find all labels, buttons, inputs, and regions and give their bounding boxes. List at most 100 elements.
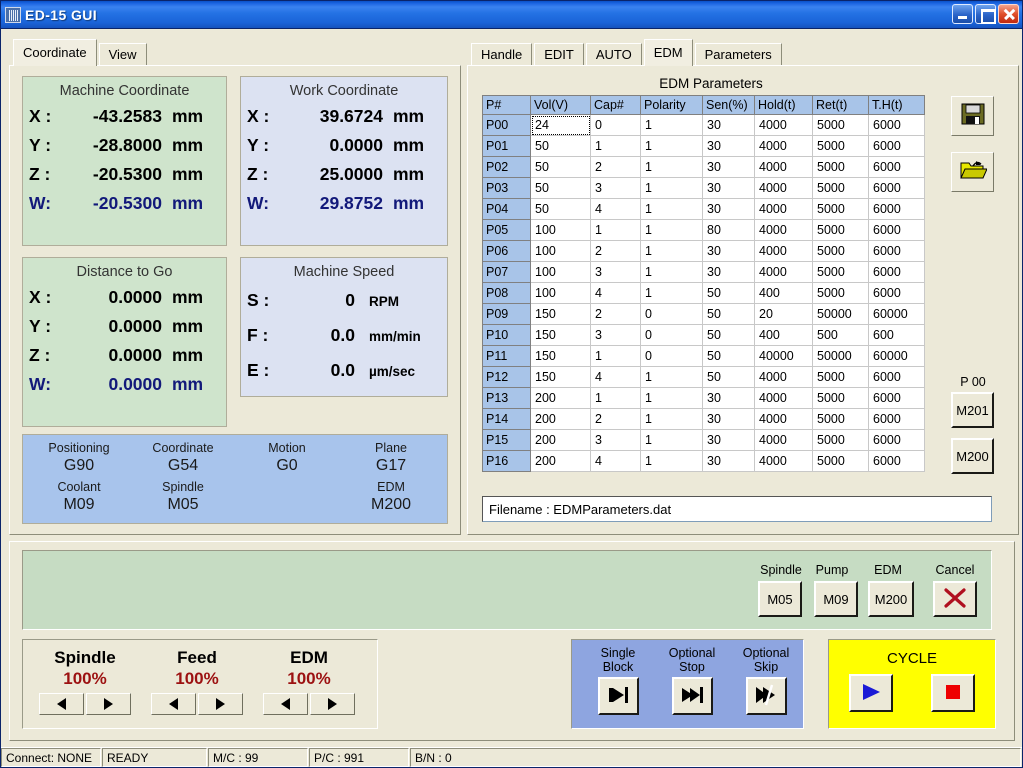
table-cell[interactable]: 0: [640, 303, 703, 325]
close-button[interactable]: [998, 4, 1019, 24]
column-header-p[interactable]: P#: [482, 95, 531, 115]
column-header-t-h-t[interactable]: T.H(t): [868, 95, 925, 115]
table-cell[interactable]: 4000: [754, 156, 813, 178]
table-row[interactable]: P14 200 2 1 30 4000 5000 6000: [482, 408, 925, 430]
table-row[interactable]: P10 150 3 0 50 400 500 600: [482, 324, 925, 346]
override-feed-increase-button[interactable]: [198, 693, 243, 715]
table-row[interactable]: P16 200 4 1 30 4000 5000 6000: [482, 450, 925, 472]
row-header-cell[interactable]: P01: [482, 135, 531, 157]
table-cell[interactable]: 2: [590, 156, 641, 178]
column-header-vol-v[interactable]: Vol(V): [530, 95, 591, 115]
table-cell[interactable]: 50: [530, 156, 591, 178]
column-header-polarity[interactable]: Polarity: [640, 95, 703, 115]
table-cell[interactable]: 4000: [754, 408, 813, 430]
table-cell[interactable]: 24: [530, 114, 591, 136]
table-cell[interactable]: 50: [702, 345, 755, 367]
table-cell[interactable]: 2: [590, 408, 641, 430]
table-cell[interactable]: 400: [754, 282, 813, 304]
table-cell[interactable]: 5000: [812, 135, 869, 157]
maximize-button[interactable]: [975, 4, 996, 24]
table-cell[interactable]: 60000: [868, 303, 925, 325]
table-cell[interactable]: 30: [702, 177, 755, 199]
row-header-cell[interactable]: P14: [482, 408, 531, 430]
table-cell[interactable]: 4000: [754, 387, 813, 409]
tab-view[interactable]: View: [98, 43, 147, 66]
table-cell[interactable]: 20: [754, 303, 813, 325]
table-cell[interactable]: 150: [530, 345, 591, 367]
table-cell[interactable]: 600: [868, 324, 925, 346]
tab-parameters[interactable]: Parameters: [694, 43, 782, 66]
table-cell[interactable]: 50: [530, 177, 591, 199]
table-cell[interactable]: 1: [640, 366, 703, 388]
table-cell[interactable]: 6000: [868, 408, 925, 430]
table-cell[interactable]: 5000: [812, 450, 869, 472]
table-cell[interactable]: 30: [702, 114, 755, 136]
column-header-cap[interactable]: Cap#: [590, 95, 641, 115]
table-cell[interactable]: 30: [702, 198, 755, 220]
table-cell[interactable]: 1: [590, 345, 641, 367]
table-row[interactable]: P15 200 3 1 30 4000 5000 6000: [482, 429, 925, 451]
table-cell[interactable]: 3: [590, 177, 641, 199]
mcode-edm-button[interactable]: M200: [868, 581, 914, 617]
m200-button-right[interactable]: M200: [951, 438, 994, 474]
row-header-cell[interactable]: P10: [482, 324, 531, 346]
table-row[interactable]: P04 50 4 1 30 4000 5000 6000: [482, 198, 925, 220]
table-cell[interactable]: 6000: [868, 156, 925, 178]
table-cell[interactable]: 1: [640, 177, 703, 199]
table-cell[interactable]: 4000: [754, 177, 813, 199]
table-cell[interactable]: 0: [640, 345, 703, 367]
row-header-cell[interactable]: P15: [482, 429, 531, 451]
table-cell[interactable]: 6000: [868, 387, 925, 409]
table-cell[interactable]: 1: [640, 408, 703, 430]
table-cell[interactable]: 100: [530, 219, 591, 241]
row-header-cell[interactable]: P11: [482, 345, 531, 367]
table-cell[interactable]: 100: [530, 261, 591, 283]
table-cell[interactable]: 200: [530, 450, 591, 472]
override-spindle-decrease-button[interactable]: [39, 693, 84, 715]
m201-button[interactable]: M201: [951, 392, 994, 428]
row-header-cell[interactable]: P05: [482, 219, 531, 241]
table-cell[interactable]: 1: [640, 450, 703, 472]
table-cell[interactable]: 2: [590, 303, 641, 325]
row-header-cell[interactable]: P13: [482, 387, 531, 409]
table-cell[interactable]: 5000: [812, 366, 869, 388]
table-cell[interactable]: 1: [640, 156, 703, 178]
table-cell[interactable]: 5000: [812, 429, 869, 451]
override-spindle-increase-button[interactable]: [86, 693, 131, 715]
column-header-sen[interactable]: Sen(%): [702, 95, 755, 115]
table-row[interactable]: P01 50 1 1 30 4000 5000 6000: [482, 135, 925, 157]
table-cell[interactable]: 50000: [812, 345, 869, 367]
table-cell[interactable]: 5000: [812, 261, 869, 283]
table-cell[interactable]: 6000: [868, 135, 925, 157]
table-cell[interactable]: 1: [640, 114, 703, 136]
table-cell[interactable]: 100: [530, 282, 591, 304]
table-cell[interactable]: 150: [530, 324, 591, 346]
table-cell[interactable]: 1: [590, 219, 641, 241]
table-cell[interactable]: 5000: [812, 219, 869, 241]
table-cell[interactable]: 6000: [868, 282, 925, 304]
table-cell[interactable]: 4: [590, 282, 641, 304]
table-cell[interactable]: 1: [640, 387, 703, 409]
mcode-spindle-button[interactable]: M05: [758, 581, 802, 617]
table-cell[interactable]: 6000: [868, 240, 925, 262]
table-cell[interactable]: 50: [702, 324, 755, 346]
table-row[interactable]: P05 100 1 1 80 4000 5000 6000: [482, 219, 925, 241]
table-row[interactable]: P11 150 1 0 50 40000 50000 60000: [482, 345, 925, 367]
table-row[interactable]: P13 200 1 1 30 4000 5000 6000: [482, 387, 925, 409]
table-cell[interactable]: 30: [702, 156, 755, 178]
mcode-pump-button[interactable]: M09: [814, 581, 858, 617]
row-header-cell[interactable]: P03: [482, 177, 531, 199]
table-cell[interactable]: 3: [590, 261, 641, 283]
row-header-cell[interactable]: P07: [482, 261, 531, 283]
table-cell[interactable]: 5000: [812, 282, 869, 304]
filename-field[interactable]: Filename : EDMParameters.dat: [482, 496, 992, 522]
minimize-button[interactable]: [952, 4, 973, 24]
single-block-button[interactable]: [597, 677, 639, 715]
tab-edit[interactable]: EDIT: [534, 43, 584, 66]
table-cell[interactable]: 4000: [754, 450, 813, 472]
override-feed-decrease-button[interactable]: [151, 693, 196, 715]
row-header-cell[interactable]: P00: [482, 114, 531, 136]
table-row[interactable]: P00 24 0 1 30 4000 5000 6000: [482, 114, 925, 136]
table-cell[interactable]: 500: [812, 324, 869, 346]
table-cell[interactable]: 5000: [812, 408, 869, 430]
